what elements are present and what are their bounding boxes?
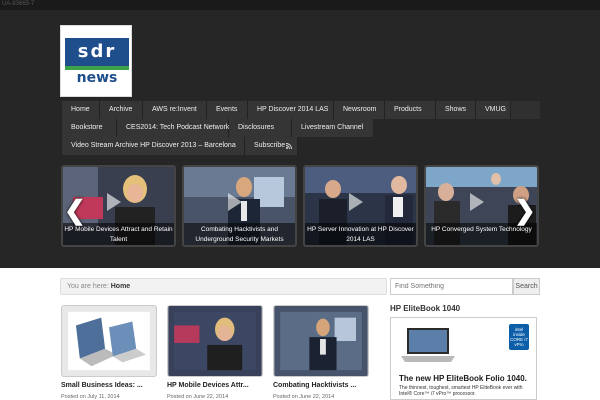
slider-prev-button[interactable]: ❮ [64,195,86,225]
nav-item-subscribe[interactable]: Subscribe [245,137,298,155]
ad-subtext: The thinnest, toughest, smartest HP Elit… [399,385,523,397]
post-date: Posted on June 22, 2014 [273,394,335,400]
breadcrumb-prefix: You are here: [67,283,109,290]
post-thumbnail-image [273,305,369,377]
featured-slide-3[interactable]: HP Server Innovation at HP Discover 2014… [303,165,418,247]
nav-item-video-archive[interactable]: Video Stream Archive HP Discover 2013 – … [62,137,245,155]
post-title[interactable]: Small Business Ideas: ... [61,382,171,389]
post-thumbnail-image [61,305,157,377]
nav-item-vmug[interactable]: VMUG [476,101,511,119]
nav-item-home[interactable]: Home [62,101,100,119]
search-button[interactable]: Search [513,278,540,295]
nav-item-livestream[interactable]: Livestream Channel [292,119,374,137]
post-date: Posted on July 11, 2014 [61,394,120,400]
top-bar: UA-83665-7 [0,0,600,10]
breadcrumb: You are here: Home [60,278,387,295]
sidebar-ad-banner[interactable]: intel inside CORE i7 vPro The new HP Eli… [390,317,537,400]
nav-item-bookstore[interactable]: Bookstore [62,119,117,137]
logo-sdr-text: sdr [77,41,117,62]
nav-item-events[interactable]: Events [207,101,248,119]
breadcrumb-current[interactable]: Home [111,283,130,290]
nav-item-ces2014[interactable]: CES2014: Tech Podcast Network [117,119,229,137]
post-thumbnail-image [167,305,263,377]
laptop-image [401,328,455,362]
featured-slide-2[interactable]: Combating Hacktivists and Underground Se… [182,165,297,247]
nav-item-shows[interactable]: Shows [436,101,476,119]
logo-news-text: news [65,70,129,86]
ad-headline: The new HP EliteBook Folio 1040. [399,374,527,383]
post-date: Posted on June 22, 2014 [167,394,229,400]
subscribe-label: Subscribe [254,142,286,149]
tracking-id-text: UA-83665-7 [2,1,35,7]
featured-caption: Combating Hacktivists and Underground Se… [184,223,295,245]
intel-badge-icon: intel inside CORE i7 vPro [509,324,529,350]
nav-item-newsroom[interactable]: Newsroom [334,101,385,119]
featured-caption: HP Server Innovation at HP Discover 2014… [305,223,416,245]
post-title[interactable]: HP Mobile Devices Attr... [167,382,277,389]
featured-caption: HP Converged System Technology [426,223,537,245]
rss-icon [286,143,292,149]
sidebar-widget-title: HP EliteBook 1040 [390,304,461,313]
slider-next-button[interactable]: ❯ [514,195,536,225]
featured-caption: HP Mobile Devices Attract and Retain Tal… [63,223,174,245]
nav-item-products[interactable]: Products [385,101,436,119]
post-title[interactable]: Combating Hacktivists ... [273,382,383,389]
nav-item-hp-discover-2014[interactable]: HP Discover 2014 LAS [248,101,334,119]
nav-item-archive[interactable]: Archive [100,101,143,119]
site-logo[interactable]: sdr news [60,25,132,97]
nav-item-aws-reinvent[interactable]: AWS re:Invent [143,101,207,119]
search-input[interactable] [390,278,513,295]
nav-item-disclosures[interactable]: Disclosures [229,119,292,137]
